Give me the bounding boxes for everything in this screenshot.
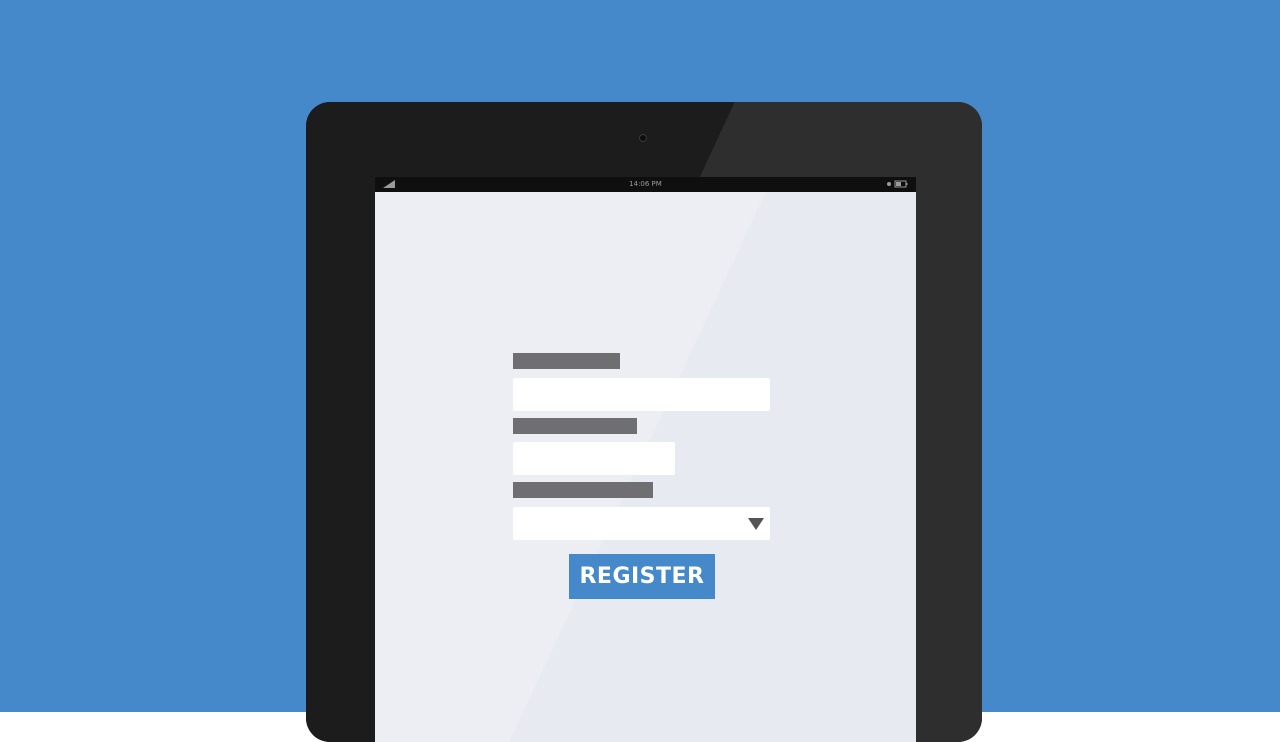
- camera-icon: [639, 134, 647, 142]
- field-label-placeholder: [513, 482, 653, 498]
- text-input-2[interactable]: [513, 442, 675, 475]
- status-time: 14:06 PM: [629, 180, 662, 188]
- battery-icon: [887, 180, 908, 188]
- select-dropdown[interactable]: [513, 507, 770, 540]
- field-label-placeholder: [513, 418, 637, 434]
- field-label-placeholder: [513, 353, 620, 369]
- tablet-screen: 14:06 PM REGISTER: [375, 177, 916, 742]
- registration-form: REGISTER: [513, 345, 773, 605]
- tablet-device: 14:06 PM REGISTER: [306, 102, 982, 742]
- text-input-1[interactable]: [513, 378, 770, 411]
- register-button[interactable]: REGISTER: [569, 554, 715, 599]
- dropdown-arrow-icon: [748, 518, 764, 530]
- status-bar: 14:06 PM: [375, 177, 916, 192]
